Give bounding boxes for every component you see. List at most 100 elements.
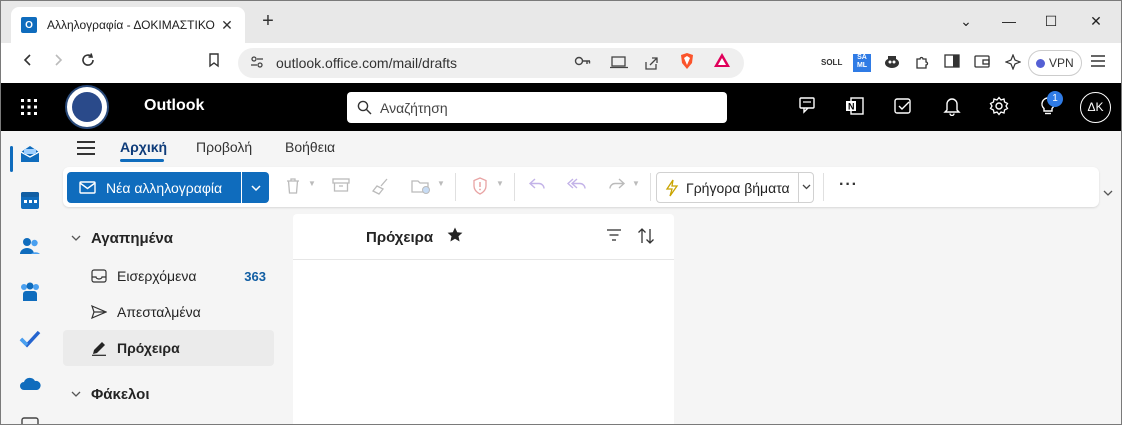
message-list-header: Πρόχειρα bbox=[293, 214, 674, 260]
toolbar-divider bbox=[455, 173, 456, 201]
tab-search-chevron-icon[interactable]: ⌄ bbox=[956, 11, 976, 31]
active-tab-indicator bbox=[120, 159, 164, 162]
archive-icon[interactable] bbox=[330, 177, 352, 197]
mail-app-icon[interactable] bbox=[19, 143, 41, 165]
tab-home[interactable]: Αρχική bbox=[120, 139, 167, 155]
vpn-status-icon bbox=[1036, 58, 1045, 68]
message-list-title: Πρόχειρα bbox=[366, 229, 434, 246]
mail-envelope-icon bbox=[79, 181, 96, 194]
organization-seal-icon bbox=[72, 92, 102, 122]
app-name[interactable]: Outlook bbox=[144, 97, 204, 115]
tab-help[interactable]: Βοήθεια bbox=[285, 139, 335, 155]
wallet-icon[interactable] bbox=[973, 54, 991, 72]
brave-rewards-icon[interactable] bbox=[711, 52, 733, 74]
forward-dropdown-chevron-icon[interactable]: ▼ bbox=[632, 179, 640, 188]
tab-close-icon[interactable]: ✕ bbox=[219, 17, 235, 34]
organization-logo[interactable] bbox=[65, 85, 109, 129]
install-app-icon[interactable] bbox=[610, 55, 628, 73]
reply-icon[interactable] bbox=[526, 177, 548, 197]
tips-badge: 1 bbox=[1047, 91, 1063, 107]
minimize-button[interactable]: — bbox=[999, 11, 1019, 31]
svg-text:N: N bbox=[848, 102, 855, 112]
sort-icon[interactable] bbox=[637, 227, 655, 245]
folders-group[interactable]: Φάκελοι bbox=[71, 386, 150, 403]
password-key-icon[interactable] bbox=[574, 55, 592, 73]
groups-app-icon[interactable] bbox=[19, 281, 41, 303]
forward-mail-icon[interactable] bbox=[606, 177, 628, 197]
move-dropdown-chevron-icon[interactable]: ▼ bbox=[437, 179, 445, 188]
toolbar-divider bbox=[514, 173, 515, 201]
delete-icon[interactable] bbox=[282, 177, 304, 197]
calendar-app-icon[interactable] bbox=[19, 189, 41, 211]
sidebar-toggle-icon[interactable] bbox=[943, 54, 961, 72]
onenote-icon[interactable]: N bbox=[844, 96, 866, 118]
tab-view[interactable]: Προβολή bbox=[196, 139, 252, 155]
favorites-label: Αγαπημένα bbox=[91, 230, 173, 247]
bookmark-icon[interactable] bbox=[203, 52, 225, 74]
quick-steps-button[interactable]: Γρήγορα βήματα bbox=[656, 172, 814, 203]
leo-ai-icon[interactable] bbox=[1004, 53, 1022, 72]
favorite-star-icon[interactable] bbox=[446, 226, 464, 244]
folder-item-inbox[interactable]: Εισερχόμενα 363 bbox=[63, 258, 274, 294]
move-to-folder-icon[interactable] bbox=[410, 177, 432, 197]
navigation-pane-toggle-icon[interactable] bbox=[77, 141, 95, 155]
people-app-icon[interactable] bbox=[19, 235, 41, 257]
folder-label: Απεσταλμένα bbox=[117, 304, 201, 320]
extension-character-icon[interactable] bbox=[883, 54, 901, 72]
more-options-button[interactable]: ··· bbox=[839, 176, 858, 194]
unread-count: 363 bbox=[244, 268, 266, 284]
inbox-icon bbox=[91, 268, 107, 284]
search-placeholder: Αναζήτηση bbox=[380, 99, 448, 116]
browser-menu-icon[interactable] bbox=[1089, 54, 1107, 72]
settings-gear-icon[interactable] bbox=[988, 96, 1010, 118]
rail-active-indicator bbox=[10, 146, 13, 172]
tab-title: Αλληλογραφία - ΔΟΚΙΜΑΣΤΙΚΟ bbox=[47, 18, 215, 32]
report-shield-icon[interactable] bbox=[469, 177, 491, 197]
extension-soll-icon[interactable]: SOLL bbox=[821, 54, 842, 72]
delete-dropdown-chevron-icon[interactable]: ▼ bbox=[308, 179, 316, 188]
folder-item-drafts[interactable]: Πρόχειρα bbox=[63, 330, 274, 366]
report-dropdown-chevron-icon[interactable]: ▼ bbox=[496, 179, 504, 188]
message-list: Πρόχειρα bbox=[293, 214, 674, 424]
new-mail-dropdown-chevron-icon[interactable] bbox=[242, 172, 269, 203]
maximize-button[interactable]: ☐ bbox=[1041, 11, 1061, 31]
tab-strip: O Αλληλογραφία - ΔΟΚΙΜΑΣΤΙΚΟ ✕ + ⌄ — ☐ ✕ bbox=[1, 1, 1121, 43]
reload-button[interactable] bbox=[77, 52, 99, 74]
app-launcher-icon[interactable] bbox=[1, 83, 57, 131]
reply-all-icon[interactable] bbox=[566, 177, 588, 197]
sweep-broom-icon[interactable] bbox=[370, 177, 392, 197]
teams-chat-icon[interactable] bbox=[797, 96, 819, 118]
favorites-group[interactable]: Αγαπημένα bbox=[71, 230, 173, 247]
close-window-button[interactable]: ✕ bbox=[1086, 11, 1106, 31]
extensions-puzzle-icon[interactable] bbox=[913, 54, 931, 72]
browser-toolbar: outlook.office.com/mail/drafts SOLL SA M… bbox=[1, 43, 1121, 83]
toolbar-divider bbox=[823, 173, 824, 201]
filter-icon[interactable] bbox=[606, 228, 622, 244]
ribbon-expand-chevron-icon[interactable] bbox=[1103, 187, 1113, 199]
extension-saml-icon[interactable]: SA ML bbox=[853, 54, 871, 72]
forward-button[interactable] bbox=[47, 52, 69, 74]
notifications-bell-icon[interactable] bbox=[941, 96, 963, 118]
site-settings-icon[interactable] bbox=[250, 55, 264, 71]
drafts-icon bbox=[91, 340, 107, 356]
ribbon-toolbar: Νέα αλληλογραφία ▼ ▼ ▼ ▼ Γρήγορα βήματα … bbox=[63, 167, 1099, 207]
account-avatar[interactable]: ΔΚ bbox=[1080, 92, 1111, 123]
new-mail-button[interactable]: Νέα αλληλογραφία bbox=[67, 172, 241, 203]
vpn-button[interactable]: VPN bbox=[1028, 50, 1082, 76]
back-button[interactable] bbox=[17, 52, 39, 74]
quick-steps-label: Γρήγορα βήματα bbox=[686, 179, 790, 196]
new-tab-button[interactable]: + bbox=[257, 11, 279, 33]
outlook-favicon-icon: O bbox=[21, 17, 37, 33]
address-bar[interactable]: outlook.office.com/mail/drafts bbox=[238, 48, 744, 78]
brave-shields-icon[interactable] bbox=[676, 52, 698, 74]
more-apps-icon[interactable] bbox=[19, 415, 41, 424]
url-text: outlook.office.com/mail/drafts bbox=[276, 55, 458, 71]
quick-steps-dropdown-chevron-icon[interactable] bbox=[798, 172, 814, 203]
folder-item-sent[interactable]: Απεσταλμένα bbox=[63, 294, 274, 330]
my-day-icon[interactable] bbox=[892, 96, 914, 118]
share-icon[interactable] bbox=[642, 55, 660, 73]
onedrive-app-icon[interactable] bbox=[19, 373, 41, 395]
todo-app-icon[interactable] bbox=[19, 327, 41, 349]
search-input[interactable]: Αναζήτηση bbox=[347, 92, 727, 123]
browser-tab[interactable]: O Αλληλογραφία - ΔΟΚΙΜΑΣΤΙΚΟ ✕ bbox=[11, 7, 245, 43]
